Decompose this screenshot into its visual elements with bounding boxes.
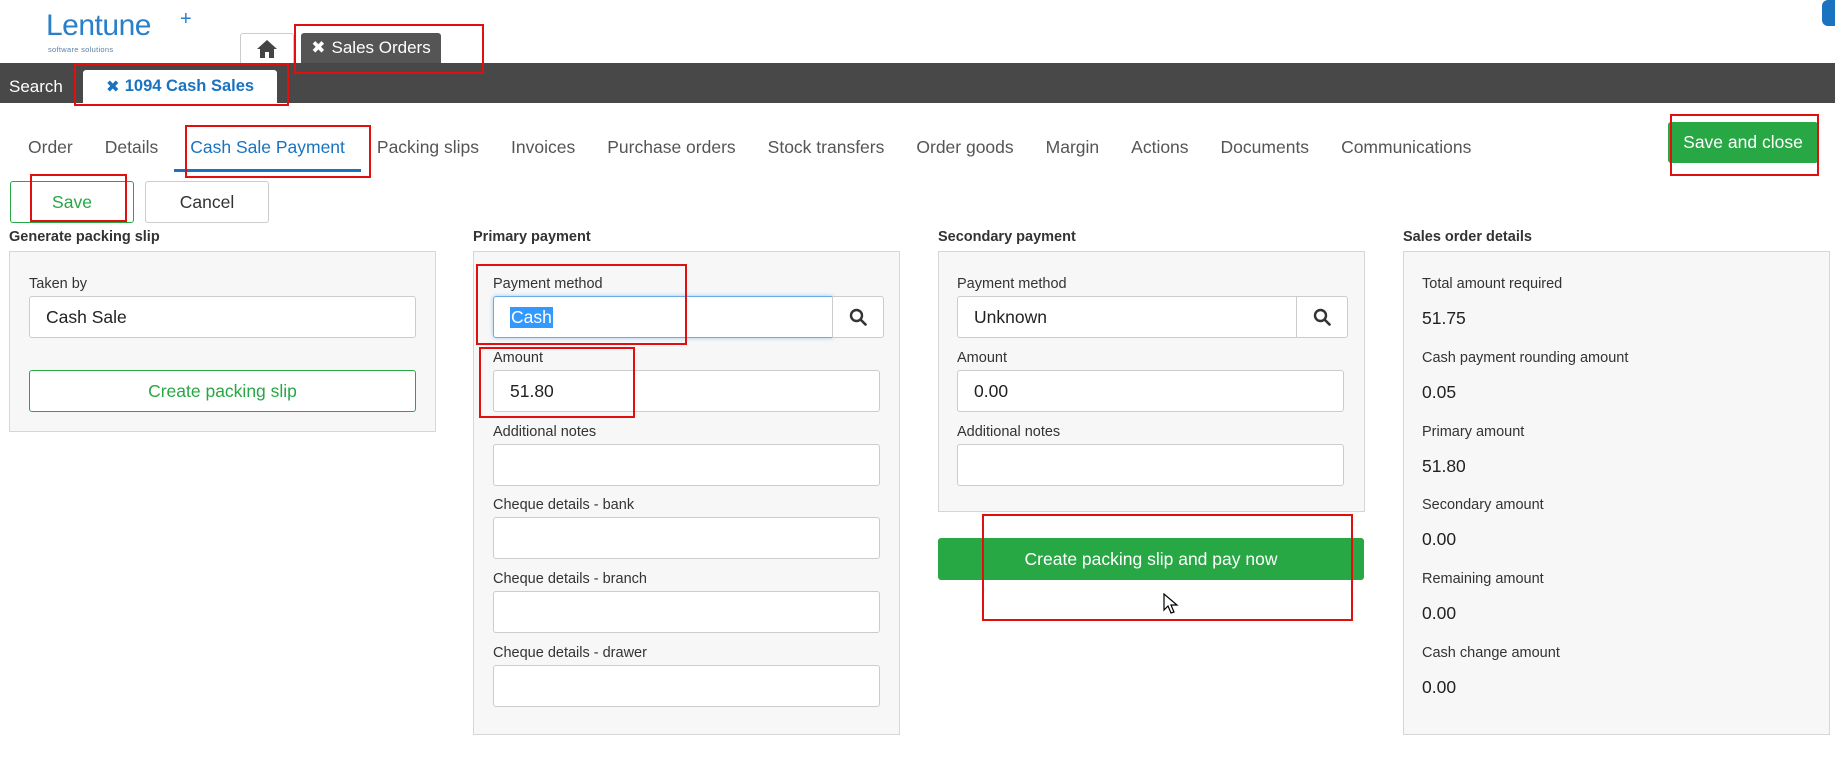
primary-additional-notes-label: Additional notes (493, 424, 597, 440)
search-icon (1313, 308, 1331, 326)
total-amount-required-label: Total amount required (1422, 276, 1563, 292)
secondary-amount-label: Amount (957, 350, 1007, 366)
primary-amount-detail-value: 51.80 (1422, 456, 1466, 476)
tab-margin[interactable]: Margin (1030, 130, 1116, 172)
secondary-amount-detail-value: 0.00 (1422, 529, 1457, 549)
primary-amount-detail-label: Primary amount (1422, 424, 1525, 440)
home-icon (257, 39, 277, 58)
tab-actions[interactable]: Actions (1115, 130, 1204, 172)
taken-by-field[interactable]: Cash Sale (29, 296, 416, 338)
tab-stock-transfers[interactable]: Stock transfers (752, 130, 901, 172)
secondary-amount-detail-label: Secondary amount (1422, 497, 1544, 513)
primary-payment-method-field[interactable]: Cash (493, 296, 833, 338)
tab-communications[interactable]: Communications (1325, 130, 1487, 172)
cheque-branch-label: Cheque details - branch (493, 571, 647, 587)
cheque-branch-field[interactable] (493, 591, 880, 633)
search-link[interactable]: Search (9, 77, 63, 97)
secondary-additional-notes-label: Additional notes (957, 424, 1061, 440)
cheque-bank-label: Cheque details - bank (493, 497, 635, 513)
cheque-drawer-label: Cheque details - drawer (493, 645, 647, 661)
tab-sales-orders[interactable]: ✖ Sales Orders (301, 33, 441, 63)
tab-packing-slips[interactable]: Packing slips (361, 130, 495, 172)
record-tab-1094-cash-sales[interactable]: ✖ 1094 Cash Sales (83, 70, 277, 103)
primary-amount-label: Amount (493, 350, 543, 366)
close-icon[interactable]: ✖ (106, 77, 120, 97)
lentune-logo[interactable]: Lentune + software solutions (46, 8, 192, 54)
logo-plus-icon: + (180, 8, 192, 30)
cancel-button[interactable]: Cancel (145, 181, 269, 223)
save-button[interactable]: Save (10, 181, 134, 223)
tab-invoices[interactable]: Invoices (495, 130, 591, 172)
cash-change-amount-value: 0.00 (1422, 677, 1457, 697)
create-packing-slip-button[interactable]: Create packing slip (29, 370, 416, 412)
primary-payment-method-lookup-button[interactable] (832, 296, 884, 338)
secondary-payment-method-lookup-button[interactable] (1296, 296, 1348, 338)
secondary-additional-notes-field[interactable] (957, 444, 1344, 486)
search-icon (849, 308, 867, 326)
record-nav-tabs: Order Details Cash Sale Payment Packing … (12, 130, 1487, 172)
close-icon[interactable]: ✖ (311, 38, 325, 58)
cash-rounding-label: Cash payment rounding amount (1422, 350, 1629, 366)
logo-subtitle: software solutions (48, 45, 114, 54)
cash-change-amount-label: Cash change amount (1422, 645, 1560, 661)
record-tab-label: 1094 Cash Sales (124, 77, 255, 95)
secondary-payment-title: Secondary payment (938, 229, 1076, 245)
save-and-close-button[interactable]: Save and close (1668, 122, 1818, 163)
sales-order-details-title: Sales order details (1403, 229, 1532, 245)
tab-order-goods[interactable]: Order goods (900, 130, 1029, 172)
mouse-cursor-icon (1163, 593, 1179, 614)
home-tab[interactable] (240, 33, 294, 63)
remaining-amount-label: Remaining amount (1422, 571, 1544, 587)
tab-purchase-orders[interactable]: Purchase orders (591, 130, 751, 172)
sales-order-details-panel (1403, 251, 1830, 735)
secondary-payment-method-label: Payment method (957, 276, 1067, 292)
primary-amount-field[interactable]: 51.80 (493, 370, 880, 412)
tab-details[interactable]: Details (89, 130, 175, 172)
cheque-bank-field[interactable] (493, 517, 880, 559)
tab-order[interactable]: Order (12, 130, 89, 172)
cheque-drawer-field[interactable] (493, 665, 880, 707)
primary-payment-title: Primary payment (473, 229, 591, 245)
primary-additional-notes-field[interactable] (493, 444, 880, 486)
logo-name: Lentune (46, 9, 151, 42)
secondary-amount-field[interactable]: 0.00 (957, 370, 1344, 412)
tab-sales-orders-label: Sales Orders (331, 38, 431, 57)
primary-payment-method-label: Payment method (493, 276, 603, 292)
total-amount-required-value: 51.75 (1422, 308, 1466, 328)
remaining-amount-value: 0.00 (1422, 603, 1457, 623)
taken-by-label: Taken by (29, 276, 88, 292)
generate-packing-slip-title: Generate packing slip (9, 229, 160, 245)
primary-payment-method-value: Cash (510, 306, 553, 328)
tab-cash-sale-payment[interactable]: Cash Sale Payment (174, 130, 361, 172)
tab-documents[interactable]: Documents (1205, 130, 1326, 172)
cash-rounding-value: 0.05 (1422, 382, 1457, 402)
create-packing-slip-and-pay-button[interactable]: Create packing slip and pay now (938, 538, 1364, 580)
notification-badge[interactable] (1822, 0, 1835, 26)
secondary-payment-method-field[interactable]: Unknown (957, 296, 1298, 338)
